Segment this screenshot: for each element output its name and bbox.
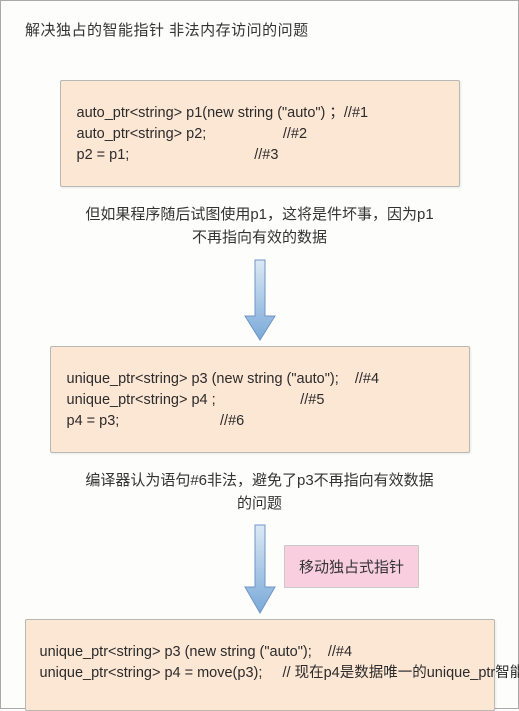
arrow-1-wrap <box>15 258 504 342</box>
arrow-down-icon <box>243 523 277 615</box>
arrow-down-icon <box>243 258 277 342</box>
caption-2: 编译器认为语句#6非法，避免了p3不再指向有效数据的问题 <box>80 469 440 516</box>
code-block-1: auto_ptr<string> p1(new string ("auto") … <box>60 80 460 187</box>
diagram-canvas: 解决独占的智能指针 非法内存访问的问题 auto_ptr<string> p1(… <box>0 0 519 709</box>
callout-label: 移动独占式指针 <box>284 545 419 588</box>
arrow-2-wrap: 移动独占式指针 <box>15 523 504 615</box>
diagram-title: 解决独占的智能指针 非法内存访问的问题 <box>25 19 309 40</box>
code-block-2: unique_ptr<string> p3 (new string ("auto… <box>50 346 470 453</box>
caption-1: 但如果程序随后试图使用p1，这将是件坏事，因为p1不再指向有效的数据 <box>80 203 440 250</box>
code-block-3: unique_ptr<string> p3 (new string ("auto… <box>25 619 495 711</box>
